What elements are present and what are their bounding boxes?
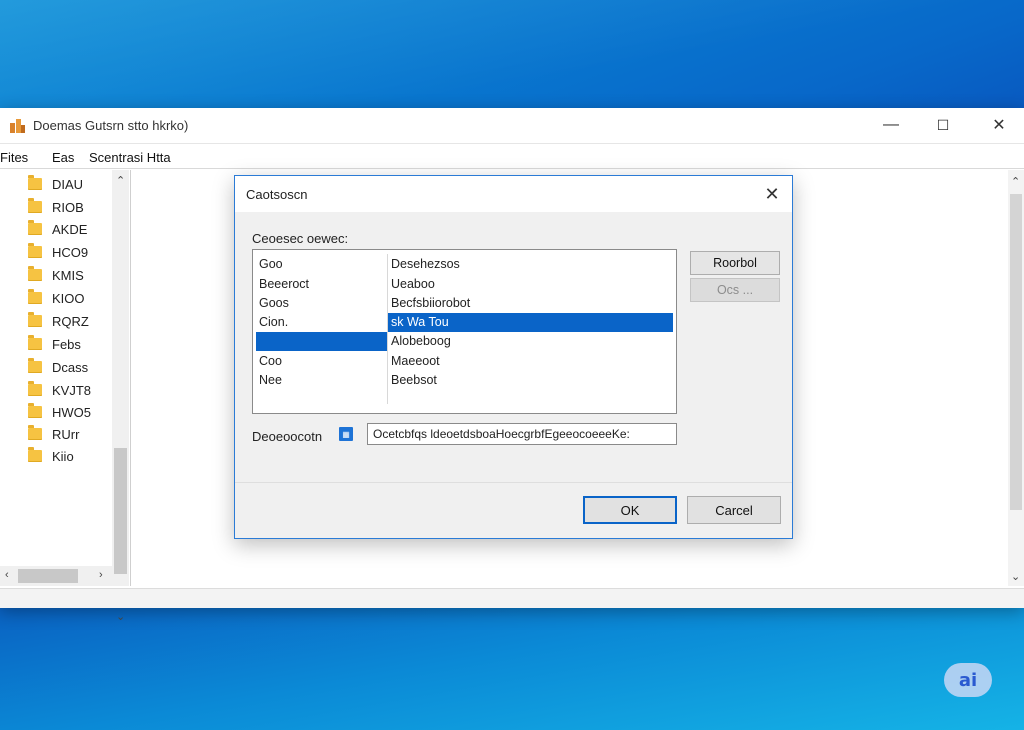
tree-item[interactable]: KMIS [28, 265, 84, 285]
scroll-down-arrow-icon[interactable]: ⌄ [116, 610, 125, 623]
folder-icon [28, 266, 42, 281]
tree-item-label: AKDE [52, 221, 88, 237]
list-cell-description: Ueaboo [391, 277, 435, 291]
tree-item[interactable]: RQRZ [28, 311, 89, 331]
menu-item-file[interactable]: Fites [0, 150, 28, 165]
tree-item-label: KMIS [52, 267, 84, 283]
folder-icon [28, 289, 42, 304]
window-status-strip [0, 588, 1024, 608]
maximize-button[interactable]: ☐ [920, 108, 966, 142]
field-label: Deoeoocotn [252, 429, 323, 444]
list-cell-description: Alobeboog [391, 334, 451, 348]
tree-item[interactable]: RUrr [28, 424, 79, 444]
cancel-button[interactable]: Carcel [687, 496, 781, 524]
dialog-window: Caotsoscn ✕ Ceoesec oewec: Goo Desehezso… [234, 175, 793, 539]
list-cell-name: Goo [259, 257, 283, 271]
dialog-separator [235, 482, 792, 483]
dialog-close-icon[interactable]: ✕ [760, 182, 784, 206]
folder-icon [28, 358, 42, 373]
list-cell-description: sk Wa Tou [391, 315, 449, 329]
tree-item[interactable]: DIAU [28, 174, 83, 194]
content-scroll-down-icon[interactable]: ⌄ [1011, 570, 1020, 583]
tree-item[interactable]: Dcass [28, 357, 88, 377]
side-action-button[interactable]: Roorbol [690, 251, 780, 275]
tree-item-label: Kiio [52, 448, 74, 464]
list-cell-name: Coo [259, 354, 282, 368]
list-cell-description: Maeeoot [391, 354, 440, 368]
info-icon: ▦ [339, 427, 353, 441]
list-cell-name: Nee [259, 373, 282, 387]
scroll-right-arrow-icon[interactable]: › [99, 569, 103, 581]
folder-icon [28, 381, 42, 396]
scroll-left-arrow-icon[interactable]: ‹ [5, 569, 9, 581]
tree-item[interactable]: Kiio [28, 446, 74, 466]
list-row-selected[interactable]: Alobeboog [253, 332, 676, 351]
list-cell-description: Beebsot [391, 373, 437, 387]
desktop-wallpaper [0, 0, 1024, 110]
folder-icon [28, 447, 42, 462]
side-secondary-button[interactable]: Ocs ... [690, 278, 780, 302]
list-row[interactable]: Coo Maeeoot [253, 352, 676, 371]
tree-item-label: Febs [52, 336, 81, 352]
tree-item-label: RQRZ [52, 313, 89, 329]
list-row[interactable]: Goos Becfsbiiorobot [253, 294, 676, 313]
content-scroll-up-icon[interactable]: ⌃ [1011, 175, 1020, 188]
scroll-up-arrow-icon[interactable]: ⌃ [116, 174, 125, 187]
tree-item[interactable]: KIOO [28, 288, 85, 308]
window-title: Doemas Gutsrn stto hkrko) [33, 118, 189, 133]
list-row-selected[interactable]: Cion. sk Wa Tou [253, 313, 676, 332]
folder-tree-pane: DIAU RIOB AKDE HCO9 KMIS KIOO RQRZ Febs … [0, 170, 131, 623]
window-titlebar: Doemas Gutsrn stto hkrko) — ☐ ✕ [0, 108, 1024, 144]
tree-item-label: KIOO [52, 290, 85, 306]
menu-bar: Fites Eas Scentrasi Htta [0, 145, 1024, 169]
ai-badge: ai [944, 663, 992, 697]
tree-item-label: DIAU [52, 176, 84, 192]
folder-icon [28, 243, 42, 258]
selection-highlight [256, 332, 387, 351]
list-row[interactable]: Nee Beebsot [253, 371, 676, 390]
tree-scroll-thumb[interactable] [114, 448, 127, 574]
tree-item[interactable]: HWO5 [28, 402, 91, 422]
dialog-title: Caotsoscn [246, 187, 308, 202]
list-row[interactable]: Beeeroct Ueaboo [253, 275, 676, 294]
options-listbox[interactable]: Goo Desehezsos Beeeroct Ueaboo Goos Becf… [252, 249, 677, 414]
menu-item-edit[interactable]: Eas [52, 150, 74, 165]
tree-item-label: RIOB [52, 199, 84, 215]
menu-item-view[interactable]: Scentrasi Htta [89, 150, 171, 165]
content-scroll-thumb[interactable] [1010, 194, 1022, 510]
folder-icon [28, 175, 42, 190]
value-text-field[interactable]: Ocetcbfqs ldeoetdsboaHoecgrbfEgeeocoeeeK… [367, 423, 677, 445]
folder-icon [28, 425, 42, 440]
tree-item-label: Dcass [52, 359, 89, 375]
tree-item-label: HCO9 [52, 244, 89, 260]
tree-hscroll-thumb[interactable] [18, 569, 78, 583]
folder-icon [28, 312, 42, 327]
folder-icon [28, 335, 42, 350]
folder-icon [28, 403, 42, 418]
folder-icon [28, 198, 42, 213]
list-cell-description: Becfsbiiorobot [391, 296, 471, 310]
list-cell-name: Cion. [259, 315, 289, 329]
tree-item[interactable]: HCO9 [28, 242, 88, 262]
ok-button[interactable]: OK [583, 496, 677, 524]
minimize-button[interactable]: — [868, 108, 914, 142]
tree-item[interactable]: AKDE [28, 219, 87, 239]
dialog-titlebar: Caotsoscn ✕ [235, 176, 792, 212]
tree-item[interactable]: Febs [28, 334, 81, 354]
list-row[interactable]: Goo Desehezsos [253, 255, 676, 274]
desktop-wallpaper-lower [0, 608, 1024, 730]
folder-icon [28, 220, 42, 235]
tree-item[interactable]: RIOB [28, 197, 84, 217]
list-group-label: Ceoesec oewec: [252, 231, 349, 246]
close-window-button[interactable]: ✕ [976, 108, 1022, 142]
list-cell-name: Goos [259, 296, 289, 310]
tree-item-label: KVJT8 [52, 382, 92, 398]
list-cell-name: Beeeroct [259, 277, 310, 291]
app-icon [10, 119, 25, 133]
tree-item-label: HWO5 [52, 404, 91, 420]
tree-item[interactable]: KVJT8 [28, 380, 91, 400]
tree-item-label: RUrr [52, 426, 80, 442]
text-field-value: Ocetcbfqs ldeoetdsboaHoecgrbfEgeeocoeeeK… [373, 427, 630, 441]
list-cell-description: Desehezsos [391, 257, 460, 271]
